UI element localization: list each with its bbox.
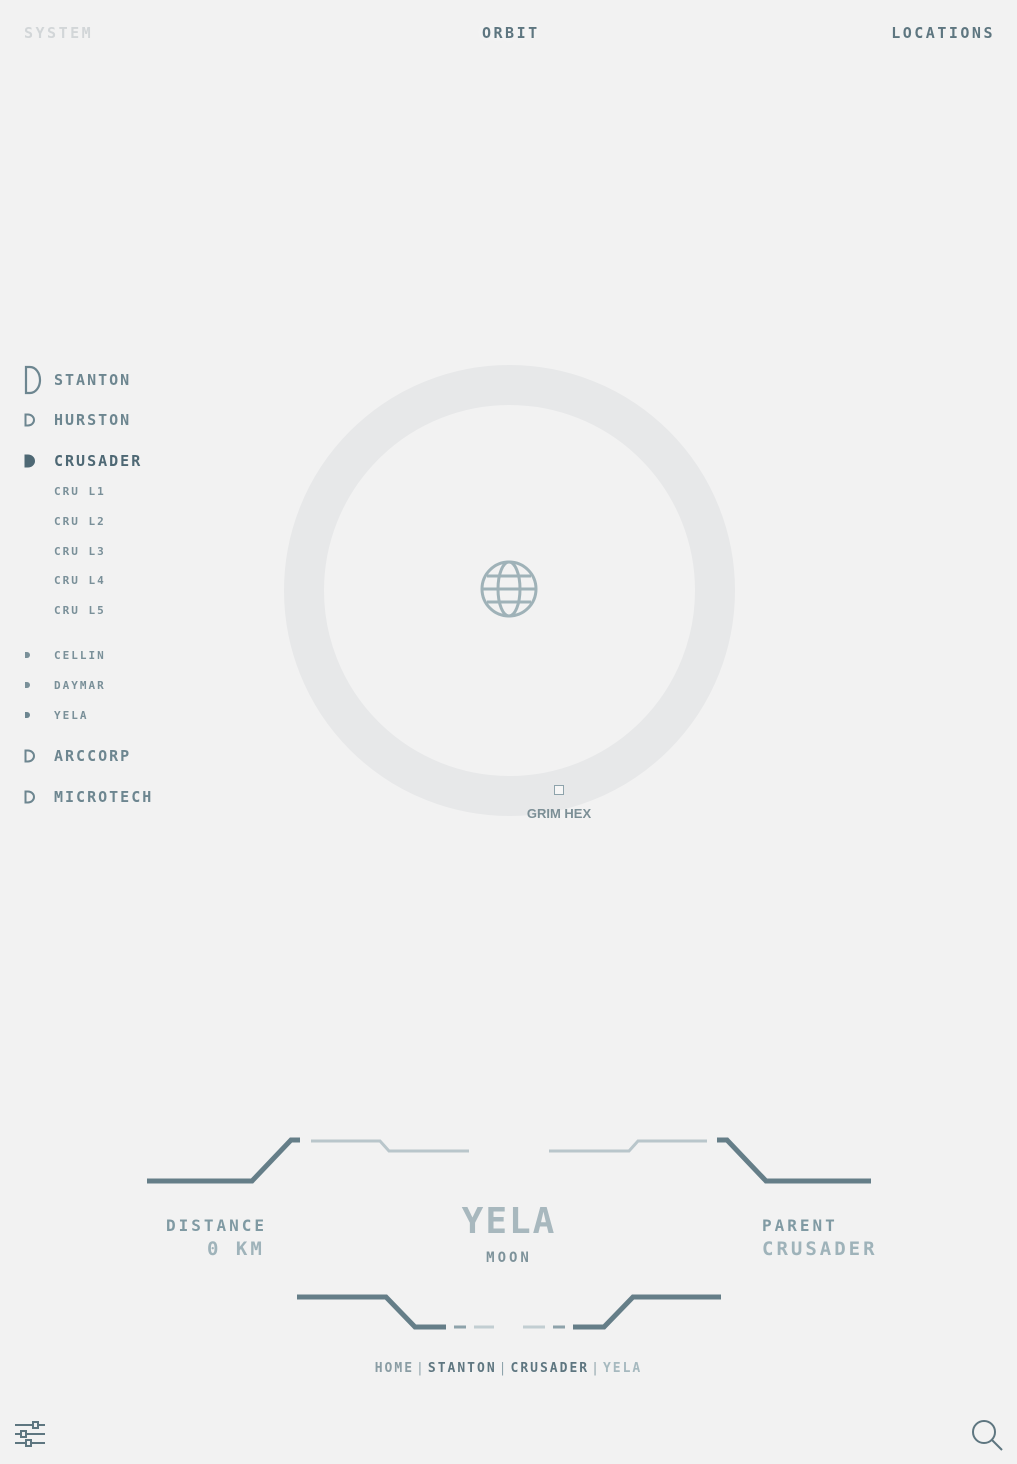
tab-orbit[interactable]: ORBIT — [482, 24, 540, 42]
half-circle-icon — [24, 365, 42, 395]
search-icon[interactable] — [970, 1418, 1004, 1452]
sidebar-item-label: CRU L4 — [54, 573, 106, 587]
location-type: MOON — [486, 1250, 532, 1266]
parent-value[interactable]: CRUSADER — [762, 1238, 878, 1260]
sidebar-item-label: CRU L3 — [54, 544, 106, 558]
breadcrumb-separator: | — [416, 1361, 426, 1376]
tab-locations[interactable]: LOCATIONS — [891, 24, 995, 42]
sidebar-item-crusader[interactable]: CRUSADER — [24, 452, 140, 470]
sidebar-item-label: STANTON — [54, 371, 132, 389]
sidebar-item-label: ARCCORP — [54, 747, 132, 765]
sidebar-item-label: CRU L2 — [54, 514, 106, 528]
sidebar-item-stanton[interactable]: STANTON — [24, 364, 129, 396]
sidebar-item-label: DAYMAR — [54, 678, 106, 692]
half-circle-icon — [24, 749, 35, 763]
breadcrumb: HOME | STANTON | CRUSADER | YELA — [0, 1361, 1017, 1376]
half-circle-icon — [24, 790, 35, 804]
half-circle-icon — [25, 712, 30, 718]
distance-title: DISTANCE — [166, 1216, 268, 1235]
half-circle-icon — [24, 413, 35, 427]
half-circle-icon — [25, 652, 30, 658]
distance-value: 0 KM — [207, 1238, 265, 1260]
parent-title: PARENT — [762, 1216, 838, 1235]
sidebar-item-microtech[interactable]: MICROTECH — [24, 788, 151, 806]
sidebar-item-label: CRUSADER — [54, 452, 143, 470]
tab-system[interactable]: SYSTEM — [24, 24, 93, 42]
poi-marker[interactable] — [554, 785, 564, 795]
half-circle-icon — [24, 454, 35, 468]
breadcrumb-separator: | — [591, 1361, 601, 1376]
sidebar-item-label: CRU L5 — [54, 603, 106, 617]
half-circle-icon — [25, 682, 30, 688]
sidebar-item-label: CELLIN — [54, 648, 106, 662]
breadcrumb-stanton[interactable]: STANTON — [428, 1361, 497, 1376]
sidebar-item-cellin[interactable]: CELLIN — [24, 648, 104, 662]
sidebar-item-arccorp[interactable]: ARCCORP — [24, 747, 129, 765]
sidebar-item-hurston[interactable]: HURSTON — [24, 411, 129, 429]
globe-icon[interactable] — [479, 559, 539, 619]
sliders-icon[interactable] — [14, 1418, 46, 1450]
breadcrumb-separator: | — [498, 1361, 509, 1376]
sidebar-item-label: YELA — [54, 708, 89, 722]
sidebar-item-label: HURSTON — [54, 411, 132, 429]
sidebar-item-label: CRU L1 — [54, 484, 106, 498]
breadcrumb-current: YELA — [602, 1361, 643, 1376]
sidebar-item-label: MICROTECH — [54, 788, 154, 806]
breadcrumb-home[interactable]: HOME — [375, 1361, 414, 1376]
poi-label[interactable]: GRIM HEX — [508, 806, 610, 821]
breadcrumb-crusader[interactable]: CRUSADER — [511, 1361, 590, 1376]
sidebar-item-yela[interactable]: YELA — [24, 708, 87, 722]
sidebar-item-daymar[interactable]: DAYMAR — [24, 678, 104, 692]
location-name: YELA — [461, 1201, 557, 1242]
